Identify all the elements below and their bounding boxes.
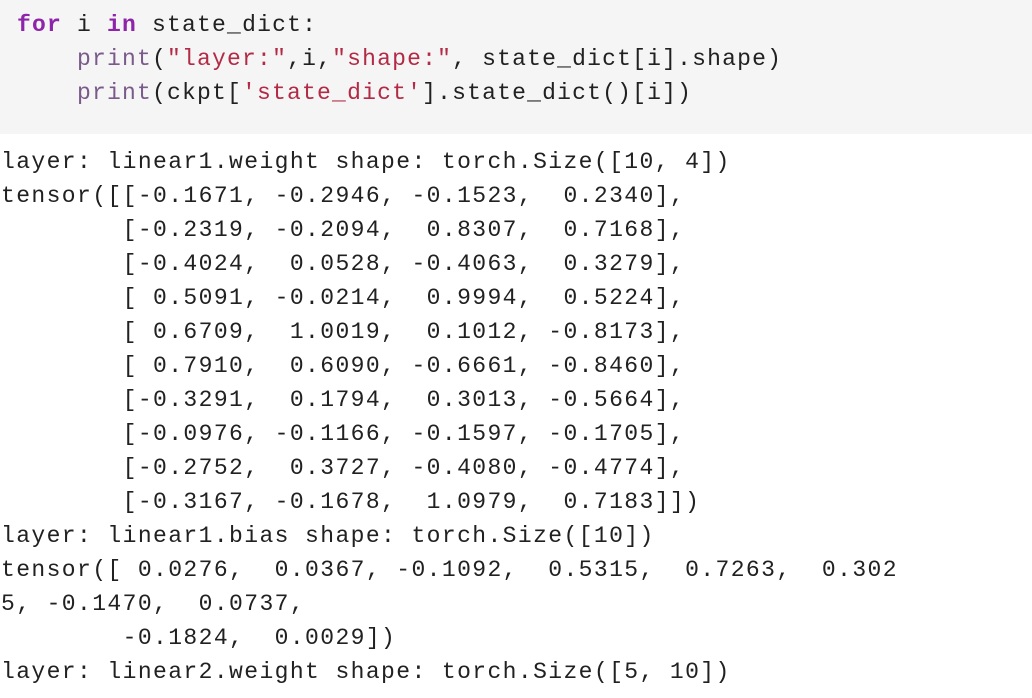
- output-line: [-0.3167, -0.1678, 1.0979, 0.7183]]): [1, 489, 701, 515]
- keyword-for: for: [17, 12, 63, 38]
- code-text: , state_dict[i].shape): [452, 46, 783, 72]
- code-cell[interactable]: for i in state_dict: print("layer:",i,"s…: [0, 0, 1032, 134]
- code-line: print(ckpt['state_dict'].state_dict()[i]…: [17, 76, 692, 110]
- string-literal: 'state_dict': [242, 80, 423, 106]
- keyword-in: in: [107, 12, 138, 38]
- code-text: (ckpt[: [152, 80, 243, 106]
- loop-iterable: state_dict:: [137, 12, 318, 38]
- output-line: [-0.2752, 0.3727, -0.4080, -0.4774],: [1, 455, 686, 481]
- output-line: layer: linear2.weight shape: torch.Size(…: [1, 659, 731, 685]
- output-line: layer: linear1.weight shape: torch.Size(…: [1, 149, 731, 175]
- output-line: 5, -0.1470, 0.0737,: [1, 591, 306, 617]
- output-line: [-0.3291, 0.1794, 0.3013, -0.5664],: [1, 387, 686, 413]
- builtin-print: print: [77, 46, 153, 72]
- code-text: ].state_dict()[i]): [422, 80, 693, 106]
- loop-variable: i: [62, 12, 108, 38]
- output-line: [ 0.5091, -0.0214, 0.9994, 0.5224],: [1, 285, 686, 311]
- string-literal: "shape:": [332, 46, 453, 72]
- output-line: tensor([ 0.0276, 0.0367, -0.1092, 0.5315…: [1, 557, 898, 583]
- output-line: [-0.4024, 0.0528, -0.4063, 0.3279],: [1, 251, 686, 277]
- paren-open: (: [152, 46, 168, 72]
- output-line: layer: linear1.bias shape: torch.Size([1…: [1, 523, 655, 549]
- output-line: tensor([[-0.1671, -0.2946, -0.1523, 0.23…: [1, 183, 686, 209]
- output-line: [-0.2319, -0.2094, 0.8307, 0.7168],: [1, 217, 686, 243]
- output-line: [-0.0976, -0.1166, -0.1597, -0.1705],: [1, 421, 686, 447]
- code-text: ,i,: [287, 46, 333, 72]
- output-line: -0.1824, 0.0029]): [1, 625, 397, 651]
- output-line: [ 0.7910, 0.6090, -0.6661, -0.8460],: [1, 353, 686, 379]
- cell-output: layer: linear1.weight shape: torch.Size(…: [1, 145, 1032, 689]
- output-line: [ 0.6709, 1.0019, 0.1012, -0.8173],: [1, 319, 686, 345]
- code-line: print("layer:",i,"shape:", state_dict[i]…: [17, 42, 782, 76]
- code-line: for i in state_dict:: [17, 8, 317, 42]
- builtin-print: print: [77, 80, 153, 106]
- string-literal: "layer:": [167, 46, 288, 72]
